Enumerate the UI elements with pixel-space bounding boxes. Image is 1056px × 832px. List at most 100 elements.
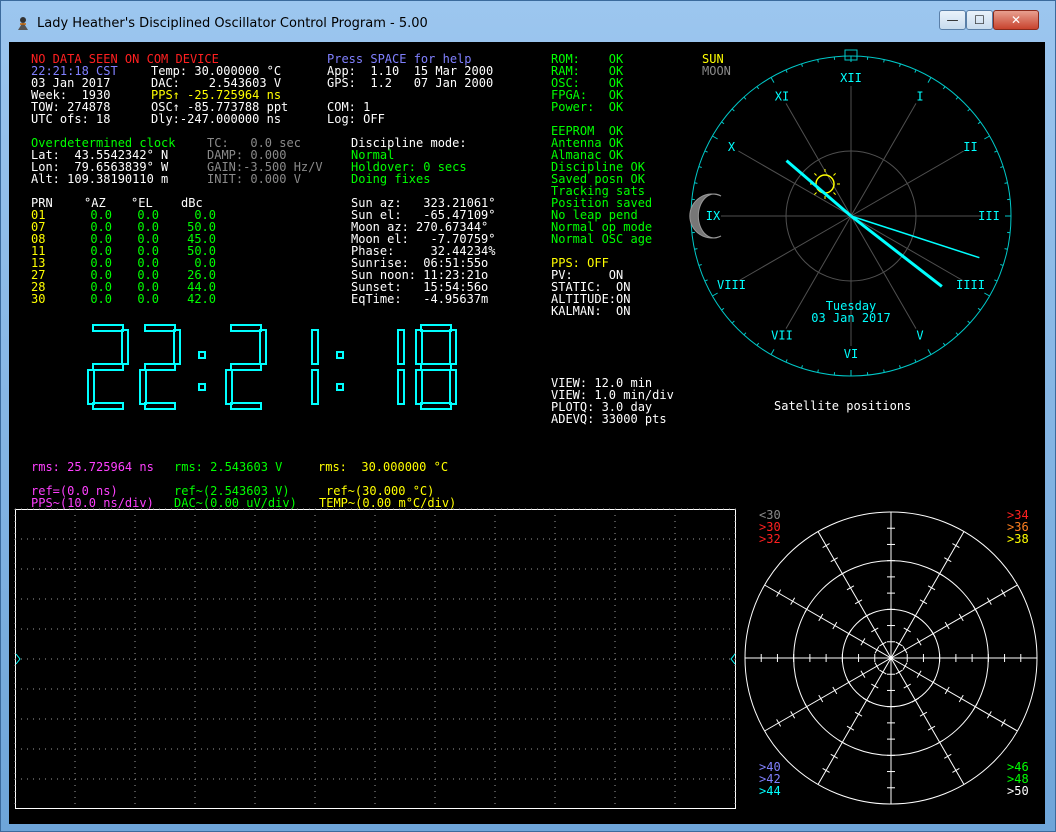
view-row: ADEVQ: 33000 pts [551,412,667,426]
digit-segment [415,369,423,405]
digit-segment [420,363,452,371]
digit-segment [92,402,124,410]
spoke-tick [911,613,920,619]
minute-tick [927,77,932,83]
minute-tick [694,248,698,250]
pps-rms: rms: 25.725964 ns [31,460,154,474]
cable-delay: Dly:-247.000000 ns [151,112,282,126]
digit-segment [259,329,267,365]
spoke-tick [903,627,911,633]
init-voltage: INIT: 0.000 V [207,172,301,186]
minute-tick [977,307,981,311]
digit-segment [92,363,124,371]
minute-tick [801,365,803,369]
minute-tick [785,359,788,363]
moon-legend: MOON [702,64,731,78]
minute-tick [899,365,901,369]
minute-tick [712,135,718,140]
spoke-tick [944,753,952,759]
minute-tick [1004,248,1008,250]
minimize-button[interactable]: — [939,10,966,30]
clock-digit [139,324,181,410]
spoke-tick [838,739,847,745]
minute-tick [955,96,959,100]
azimuth-elevation-map[interactable] [744,511,1041,814]
spoke-tick [903,683,911,689]
minute-tick [756,86,760,90]
spoke-tick [790,597,796,605]
minute-tick [1004,182,1008,184]
colon-dot [336,383,344,391]
spoke-tick [972,605,978,614]
data-plot-grid[interactable] [14,508,736,809]
minute-tick [899,63,901,67]
minute-tick [914,359,917,363]
minute-tick [984,292,990,297]
clock-numeral: V [916,329,923,343]
spoke-tick [804,702,810,711]
satellite-cell: 0.0 [90,292,112,306]
digit-segment [139,369,147,405]
maximize-button[interactable]: ☐ [966,10,993,30]
sun-ray [833,192,836,195]
spoke-tick [822,767,830,773]
spoke-tick [804,605,810,614]
minute-tick [712,292,718,297]
spoke-tick [944,557,952,563]
azimuth-spoke [890,531,965,659]
plot-grid-dots [14,508,736,804]
minute-tick [942,342,946,346]
minute-tick [994,150,998,153]
spoke-tick [919,711,928,717]
spoke-tick [972,702,978,711]
spoke-tick [860,670,866,678]
satellite-cell: 30 [31,292,46,306]
digit-segment [311,369,319,405]
digit-segment [225,369,233,405]
spoke-tick [854,711,863,717]
altitude: Alt: 109.38190110 m [31,172,169,186]
minute-tick [704,150,708,153]
program-display[interactable]: NO DATA SEEN ON COM DEVICE Press SPACE f… [9,42,1045,824]
minute-tick [1000,166,1004,168]
spoke-tick [919,599,928,605]
spoke-tick [871,683,879,689]
close-button[interactable]: ✕ [993,10,1039,30]
spoke-tick [935,571,944,577]
colon-dot [336,351,344,359]
clock-numeral: VI [844,347,858,361]
big-digital-clock [87,324,457,410]
minute-tick [756,342,760,346]
spoke-tick [958,613,964,622]
title-bar[interactable]: Lady Heather's Disciplined Oscillator Co… [1,1,1055,41]
digit-segment [449,329,457,365]
digit-segment [92,324,124,332]
minute-tick [914,69,917,73]
spoke-tick [830,557,838,563]
digit-segment [397,329,405,365]
spoke-tick [952,543,960,549]
digit-segment [230,324,262,332]
spoke-tick [846,678,852,687]
minute-tick [942,86,946,90]
signal-level-label: >50 [1007,784,1029,798]
minute-tick [743,332,747,336]
digit-segment [415,329,423,365]
spoke-tick [776,719,782,727]
sun-ray [814,192,817,195]
sun-ray [814,173,817,176]
minute-tick [704,279,708,282]
minute-tick [817,59,819,63]
minute-tick [721,121,725,125]
gps-version: GPS: 1.2 07 Jan 2000 [327,76,494,90]
spoke-tick [862,697,871,703]
left-zero-marker [15,653,21,665]
digit-segment [87,369,95,405]
spoke-tick [958,694,964,703]
fix-status: Doing fixes [351,172,431,186]
spoke-tick [854,599,863,605]
spoke-tick [871,627,879,633]
clock-numeral: II [963,140,977,154]
spoke-tick [846,585,855,591]
minute-tick [785,69,788,73]
